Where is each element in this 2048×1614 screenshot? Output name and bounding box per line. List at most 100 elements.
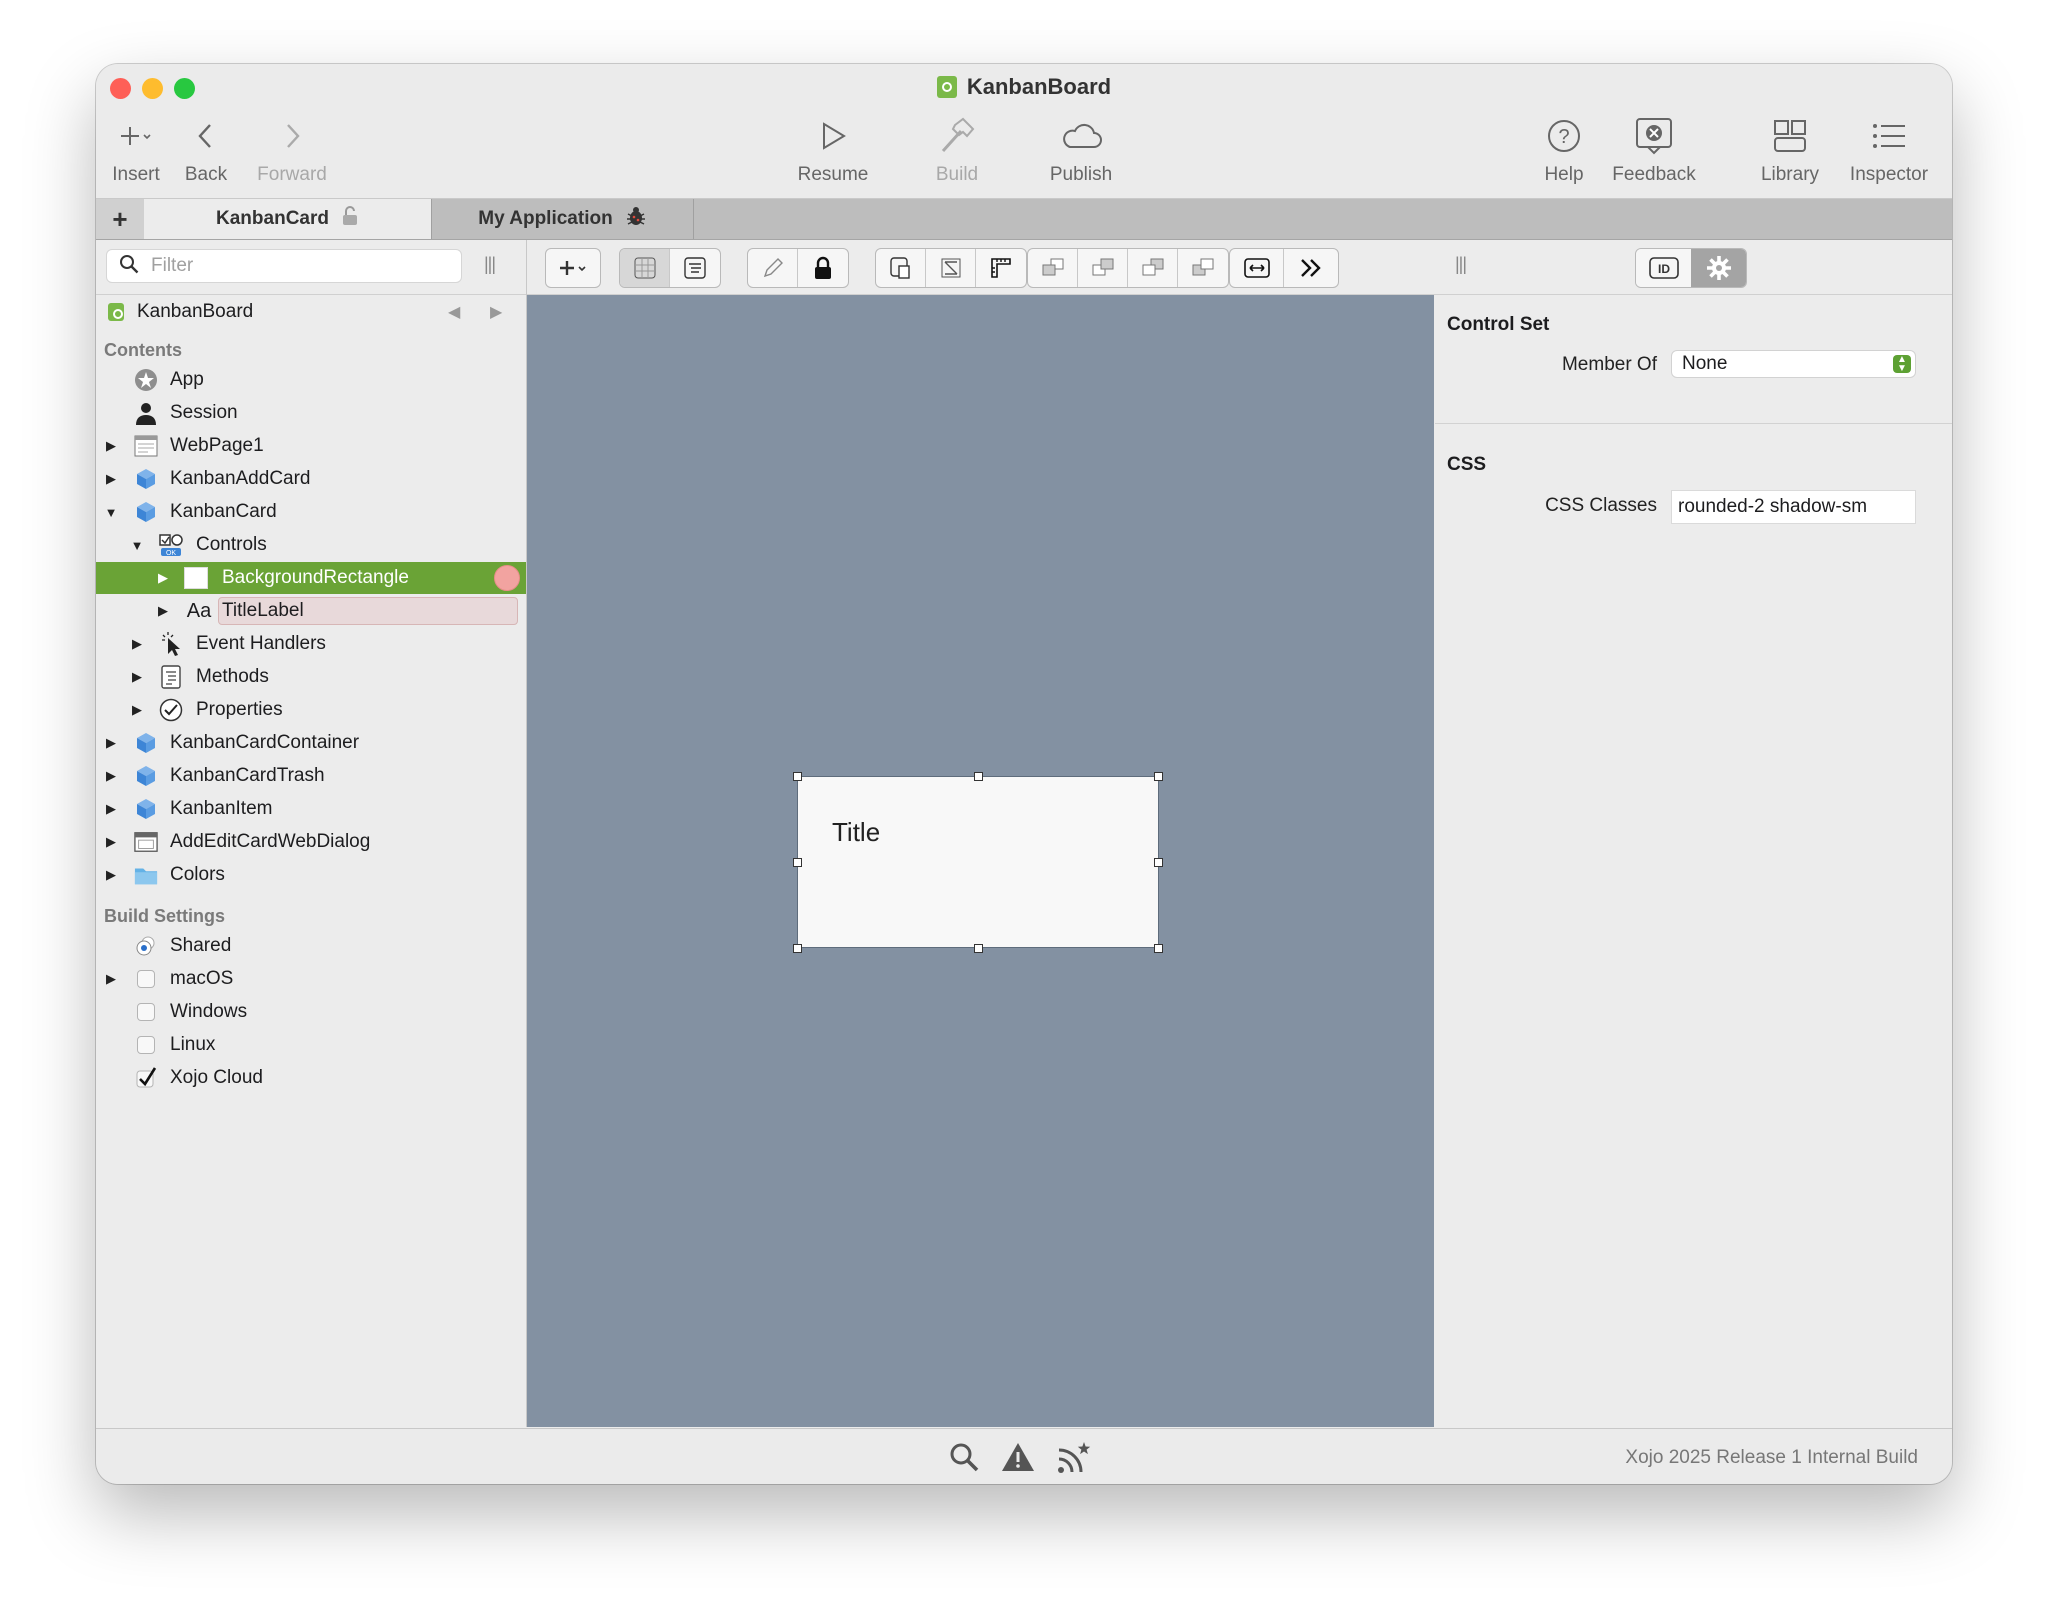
list-item-controls[interactable]: ▼ OK Controls	[96, 529, 526, 561]
disclosure-right-icon[interactable]: ▶	[130, 669, 144, 685]
library-button[interactable]: Library	[1750, 116, 1830, 186]
insert-button[interactable]: Insert	[108, 116, 164, 186]
ruler-icon[interactable]	[976, 249, 1026, 287]
disclosure-right-icon[interactable]: ▶	[104, 438, 118, 454]
list-item-windows[interactable]: Windows	[96, 996, 526, 1028]
list-item-webpage1[interactable]: ▶ WebPage1	[96, 430, 526, 462]
resize-handle[interactable]	[1154, 772, 1163, 781]
send-backward-icon[interactable]	[1128, 249, 1178, 287]
checkbox-checked-icon[interactable]	[134, 1066, 158, 1090]
disclosure-right-icon[interactable]: ▶	[104, 471, 118, 487]
disclosure-right-icon[interactable]: ▶	[104, 971, 118, 987]
list-item-titlelabel[interactable]: ▶ Aa TitleLabel	[96, 595, 526, 627]
list-item-kanbancardcontainer[interactable]: ▶ KanbanCardContainer	[96, 727, 526, 759]
disclosure-right-icon[interactable]: ▶	[130, 636, 144, 652]
list-item-kanbanitem[interactable]: ▶ KanbanItem	[96, 793, 526, 825]
tab-order-button[interactable]	[670, 249, 720, 287]
question-icon: ?	[1534, 116, 1594, 156]
build-button[interactable]: Build	[922, 116, 992, 186]
more-icon[interactable]	[1284, 249, 1338, 287]
resume-button[interactable]: Resume	[788, 116, 878, 186]
list-item-kanbancard[interactable]: ▼ KanbanCard	[96, 496, 526, 528]
bring-forward-icon[interactable]	[1078, 249, 1128, 287]
warning-icon[interactable]	[1000, 1441, 1036, 1480]
resize-handle[interactable]	[1154, 944, 1163, 953]
disclosure-right-icon[interactable]: ▶	[156, 570, 170, 586]
disclosure-right-icon[interactable]: ▶	[104, 801, 118, 817]
search-icon[interactable]	[948, 1441, 980, 1480]
id-icon[interactable]: ID	[1636, 249, 1691, 287]
list-item-shared[interactable]: Shared	[96, 930, 526, 962]
list-item-addeditcardwebdialog[interactable]: ▶ AddEditCardWebDialog	[96, 826, 526, 858]
help-button[interactable]: ? Help	[1534, 116, 1594, 186]
layout-canvas[interactable]: Title	[527, 295, 1434, 1427]
list-item-macos[interactable]: ▶ macOS	[96, 963, 526, 995]
embed-icon[interactable]	[876, 249, 926, 287]
split-handle-icon[interactable]: |||	[484, 254, 496, 275]
list-item-session[interactable]: Session	[96, 397, 526, 429]
bring-front-icon[interactable]	[1028, 249, 1078, 287]
list-item-methods[interactable]: ▶ Methods	[96, 661, 526, 693]
lock-button[interactable]	[798, 249, 848, 287]
css-classes-field[interactable]: rounded-2 shadow-sm	[1671, 490, 1916, 524]
resize-handle[interactable]	[974, 944, 983, 953]
nav-back-icon[interactable]: ◀	[448, 302, 460, 322]
member-of-select[interactable]: None ▲ ▼	[1671, 350, 1916, 378]
resize-handle[interactable]	[974, 772, 983, 781]
disclosure-right-icon[interactable]: ▶	[104, 867, 118, 883]
resize-handle[interactable]	[1154, 858, 1163, 867]
list-item-kanbancardtrash[interactable]: ▶ KanbanCardTrash	[96, 760, 526, 792]
webpage-icon	[134, 434, 158, 458]
disclosure-right-icon[interactable]: ▶	[104, 735, 118, 751]
send-back-icon[interactable]	[1178, 249, 1228, 287]
feedback-button[interactable]: Feedback	[1602, 116, 1706, 186]
back-button[interactable]: Back	[178, 116, 234, 186]
title-label-control[interactable]: Title	[832, 817, 880, 848]
checkbox-unchecked-icon[interactable]	[134, 1033, 158, 1057]
resize-handle[interactable]	[793, 772, 802, 781]
tab-kanbancard[interactable]: KanbanCard	[144, 199, 432, 239]
disclosure-down-icon[interactable]: ▼	[130, 538, 144, 553]
feed-icon[interactable]	[1056, 1441, 1092, 1480]
list-item-app[interactable]: App	[96, 364, 526, 396]
nav-forward-icon[interactable]: ▶	[490, 302, 502, 322]
feedback-icon	[1602, 116, 1706, 156]
tab-my-application[interactable]: My Application	[432, 199, 694, 239]
list-item-linux[interactable]: Linux	[96, 1029, 526, 1061]
methods-icon	[159, 665, 183, 689]
list-item-backgroundrectangle[interactable]: ▶ BackgroundRectangle	[96, 562, 526, 594]
resize-handle[interactable]	[793, 944, 802, 953]
publish-button[interactable]: Publish	[1038, 116, 1124, 186]
add-control-group	[545, 248, 601, 288]
disclosure-right-icon[interactable]: ▶	[156, 603, 170, 619]
resize-handle[interactable]	[793, 858, 802, 867]
pencil-icon[interactable]	[748, 249, 798, 287]
disclosure-right-icon[interactable]: ▶	[104, 768, 118, 784]
list-item-xojo-cloud[interactable]: Xojo Cloud	[96, 1062, 526, 1094]
disclosure-down-icon[interactable]: ▼	[104, 505, 118, 520]
disclosure-right-icon[interactable]: ▶	[130, 702, 144, 718]
filter-field[interactable]	[106, 249, 462, 283]
project-icon	[104, 300, 128, 324]
control-set-header: Control Set	[1447, 314, 1550, 335]
background-rectangle-control[interactable]: Title	[797, 776, 1159, 948]
search-icon	[119, 254, 139, 279]
inspector-button[interactable]: Inspector	[1842, 116, 1936, 186]
grid-view-button[interactable]	[620, 249, 670, 287]
filter-input[interactable]	[149, 254, 433, 278]
checkbox-unchecked-icon[interactable]	[134, 967, 158, 991]
list-item-properties[interactable]: ▶ Properties	[96, 694, 526, 726]
css-header: CSS	[1447, 454, 1487, 475]
gear-icon[interactable]	[1691, 249, 1746, 287]
split-handle-icon[interactable]: |||	[1455, 254, 1467, 275]
stretch-icon[interactable]	[1230, 249, 1284, 287]
forward-button[interactable]: Forward	[252, 116, 332, 186]
list-item-kanbanaddcard[interactable]: ▶ KanbanAddCard	[96, 463, 526, 495]
add-tab-button[interactable]: +	[96, 199, 145, 239]
list-item-event-handlers[interactable]: ▶ Event Handlers	[96, 628, 526, 660]
list-item-colors[interactable]: ▶ Colors	[96, 859, 526, 891]
fill-icon[interactable]	[926, 249, 976, 287]
disclosure-right-icon[interactable]: ▶	[104, 834, 118, 850]
add-control-button[interactable]	[546, 249, 600, 287]
checkbox-unchecked-icon[interactable]	[134, 1000, 158, 1024]
